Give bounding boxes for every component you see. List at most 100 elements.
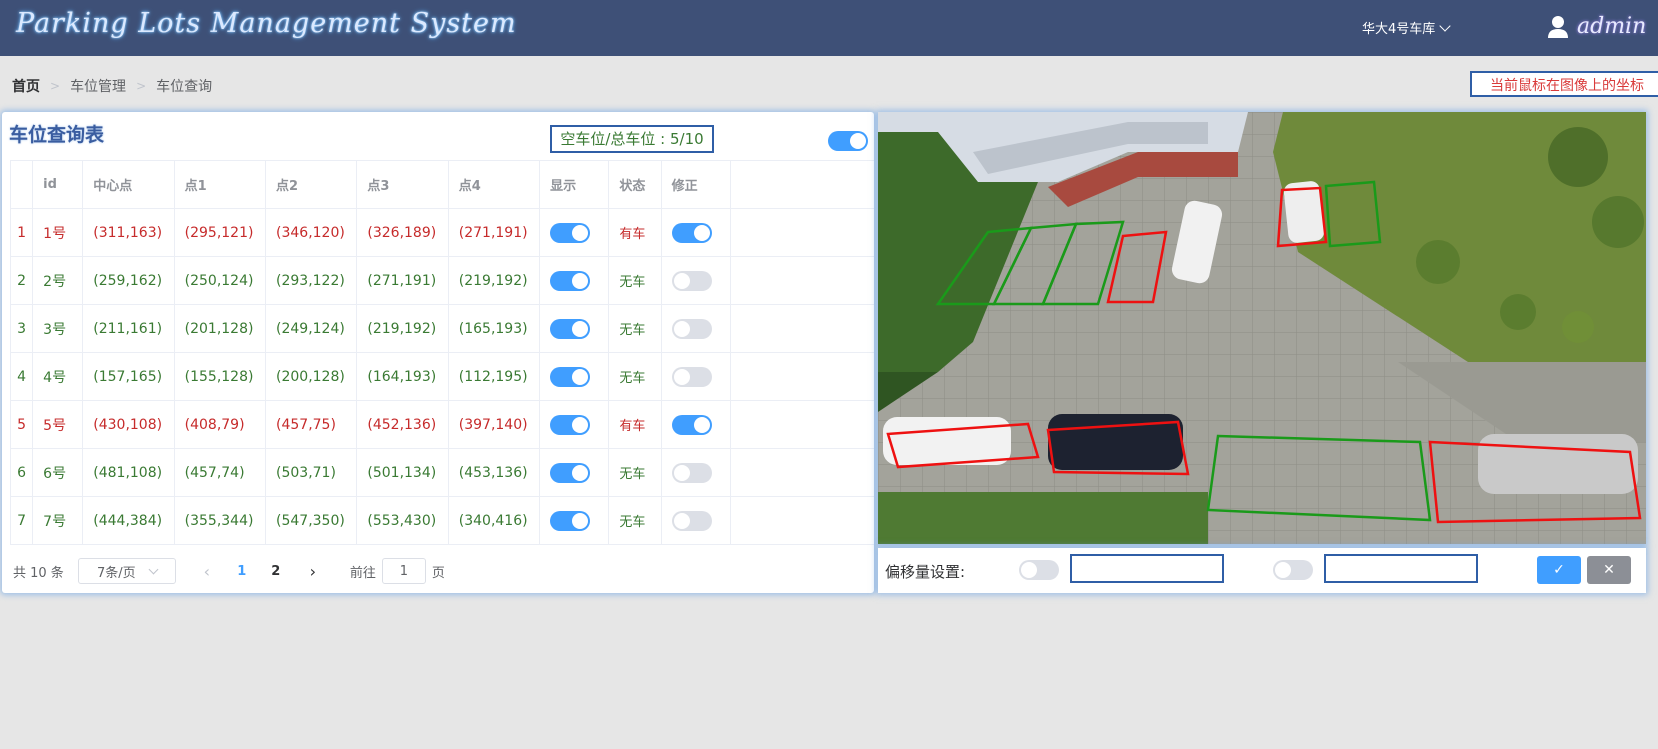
fix-toggle[interactable] [671, 222, 712, 243]
breadcrumb-parking-management[interactable]: 车位管理 [70, 76, 126, 96]
row-id: 6号 [32, 448, 84, 497]
table-filler [729, 304, 874, 353]
col-point3-header: 点3 [356, 160, 449, 209]
user-icon [1548, 15, 1568, 38]
next-page-icon[interactable]: › [298, 562, 328, 581]
user-menu[interactable]: admin [1547, 14, 1646, 39]
row-center: (481,108) [82, 448, 175, 497]
master-display-toggle[interactable] [828, 131, 868, 151]
garage-label: 华大4号车库 [1362, 22, 1436, 37]
row-id: 4号 [32, 352, 84, 401]
row-fix-cell [660, 496, 731, 545]
chevron-right-icon: > [50, 79, 61, 93]
status-badge: 有车 [619, 419, 646, 434]
row-point4: (397,140) [447, 400, 541, 449]
parking-lot-image[interactable] [878, 112, 1646, 544]
cancel-button[interactable]: ✕ [1587, 556, 1631, 584]
parking-space-table: id 中心点 点1 点2 点3 点4 显示 状态 修正 1 1号 (311,163)… [9, 160, 874, 545]
show-toggle[interactable] [550, 414, 591, 435]
offset-settings-bar: 偏移量设置: ✓ ✕ [878, 548, 1646, 593]
fix-toggle[interactable] [671, 510, 712, 531]
show-toggle[interactable] [550, 270, 591, 291]
table-row: 7 7号 (444,384) (355,344) (547,350) (553,430)(… [9, 496, 874, 545]
show-toggle[interactable] [550, 462, 591, 483]
user-name: admin [1577, 14, 1647, 39]
row-index: 3 [9, 304, 34, 353]
garage-selector[interactable]: 华大4号车库 [1362, 18, 1451, 37]
col-state-header: 状态 [608, 160, 662, 209]
row-id: 7号 [32, 496, 84, 545]
row-show-cell [539, 256, 610, 305]
row-center: (430,108) [82, 400, 175, 449]
status-badge: 无车 [619, 275, 646, 290]
space-query-panel: 车位查询表 空车位/总车位 : 5/10 id 中心点 点1 点2 点3 点4 … [2, 112, 874, 593]
col-center-header: 中心点 [82, 160, 175, 209]
col-fix-header: 修正 [660, 160, 731, 209]
show-toggle[interactable] [550, 510, 591, 531]
row-point1: (295,121) [173, 208, 267, 257]
breadcrumb-current: 车位查询 [156, 79, 213, 95]
row-index: 6 [9, 448, 34, 497]
goto-suffix: 页 [431, 565, 445, 581]
offset-input-1[interactable] [1070, 554, 1224, 583]
offset-toggle-2[interactable] [1273, 560, 1313, 580]
row-center: (444,384) [82, 496, 175, 545]
close-icon: ✕ [1603, 562, 1615, 578]
row-state-cell: 无车 [608, 496, 662, 545]
status-badge: 有车 [619, 227, 646, 242]
row-fix-cell [660, 304, 731, 353]
goto-page-input[interactable]: 1 [381, 558, 426, 584]
table-row: 2 2号 (259,162) (250,124) (293,122) (271,191)(… [9, 256, 874, 305]
row-center: (157,165) [82, 352, 175, 401]
row-point4: (112,195) [447, 352, 541, 401]
row-state-cell: 有车 [608, 208, 662, 257]
confirm-button[interactable]: ✓ [1537, 556, 1581, 584]
fix-toggle[interactable] [671, 414, 712, 435]
row-point2: (547,350) [265, 496, 358, 545]
fix-toggle[interactable] [671, 270, 712, 291]
table-filler [729, 352, 874, 401]
top-bar: Parking Lots Management System 华大4号车库 ad… [0, 0, 1658, 56]
fix-toggle[interactable] [671, 366, 712, 387]
offset-toggle-1[interactable] [1019, 560, 1059, 580]
row-fix-cell [660, 448, 731, 497]
camera-view[interactable] [878, 112, 1646, 544]
row-point2: (346,120) [265, 208, 358, 257]
fix-toggle[interactable] [671, 318, 712, 339]
table-row: 1 1号 (311,163) (295,121) (346,120) (326,189)(… [9, 208, 874, 257]
row-point4: (271,191) [447, 208, 541, 257]
show-toggle[interactable] [550, 366, 591, 387]
row-show-cell [539, 304, 610, 353]
table-filler [729, 400, 874, 449]
row-center: (259,162) [82, 256, 175, 305]
row-point3: (164,193) [356, 352, 449, 401]
row-point1: (201,128) [173, 304, 267, 353]
page-2-button[interactable]: 2 [264, 564, 288, 579]
page-size-select[interactable]: 7条/页 [77, 558, 176, 584]
mouse-coordinate-readout: 当前鼠标在图像上的坐标 [1470, 71, 1658, 97]
prev-page-icon[interactable]: ‹ [192, 562, 222, 581]
row-index: 7 [9, 496, 34, 545]
row-id: 2号 [32, 256, 84, 305]
col-index-header [9, 160, 34, 209]
show-toggle[interactable] [550, 222, 591, 243]
row-point3: (501,134) [356, 448, 449, 497]
breadcrumb-home[interactable]: 首页 [12, 76, 40, 96]
row-id: 5号 [32, 400, 84, 449]
table-filler [729, 160, 874, 209]
row-point3: (219,192) [356, 304, 449, 353]
table-row: 6 6号 (481,108) (457,74) (503,71) (501,134) (45… [9, 448, 874, 497]
show-toggle[interactable] [550, 318, 591, 339]
panel-title: 车位查询表 [9, 124, 105, 146]
offset-input-2[interactable] [1324, 554, 1478, 583]
row-state-cell: 无车 [608, 256, 662, 305]
row-point3: (271,191) [356, 256, 449, 305]
fix-toggle[interactable] [671, 462, 712, 483]
chevron-right-icon: > [136, 79, 147, 93]
col-point4-header: 点4 [447, 160, 541, 209]
row-point3: (326,189) [356, 208, 449, 257]
row-index: 1 [9, 208, 34, 257]
page-1-button[interactable]: 1 [230, 564, 254, 579]
table-filler [729, 448, 874, 497]
row-point4: (453,136) [447, 448, 541, 497]
